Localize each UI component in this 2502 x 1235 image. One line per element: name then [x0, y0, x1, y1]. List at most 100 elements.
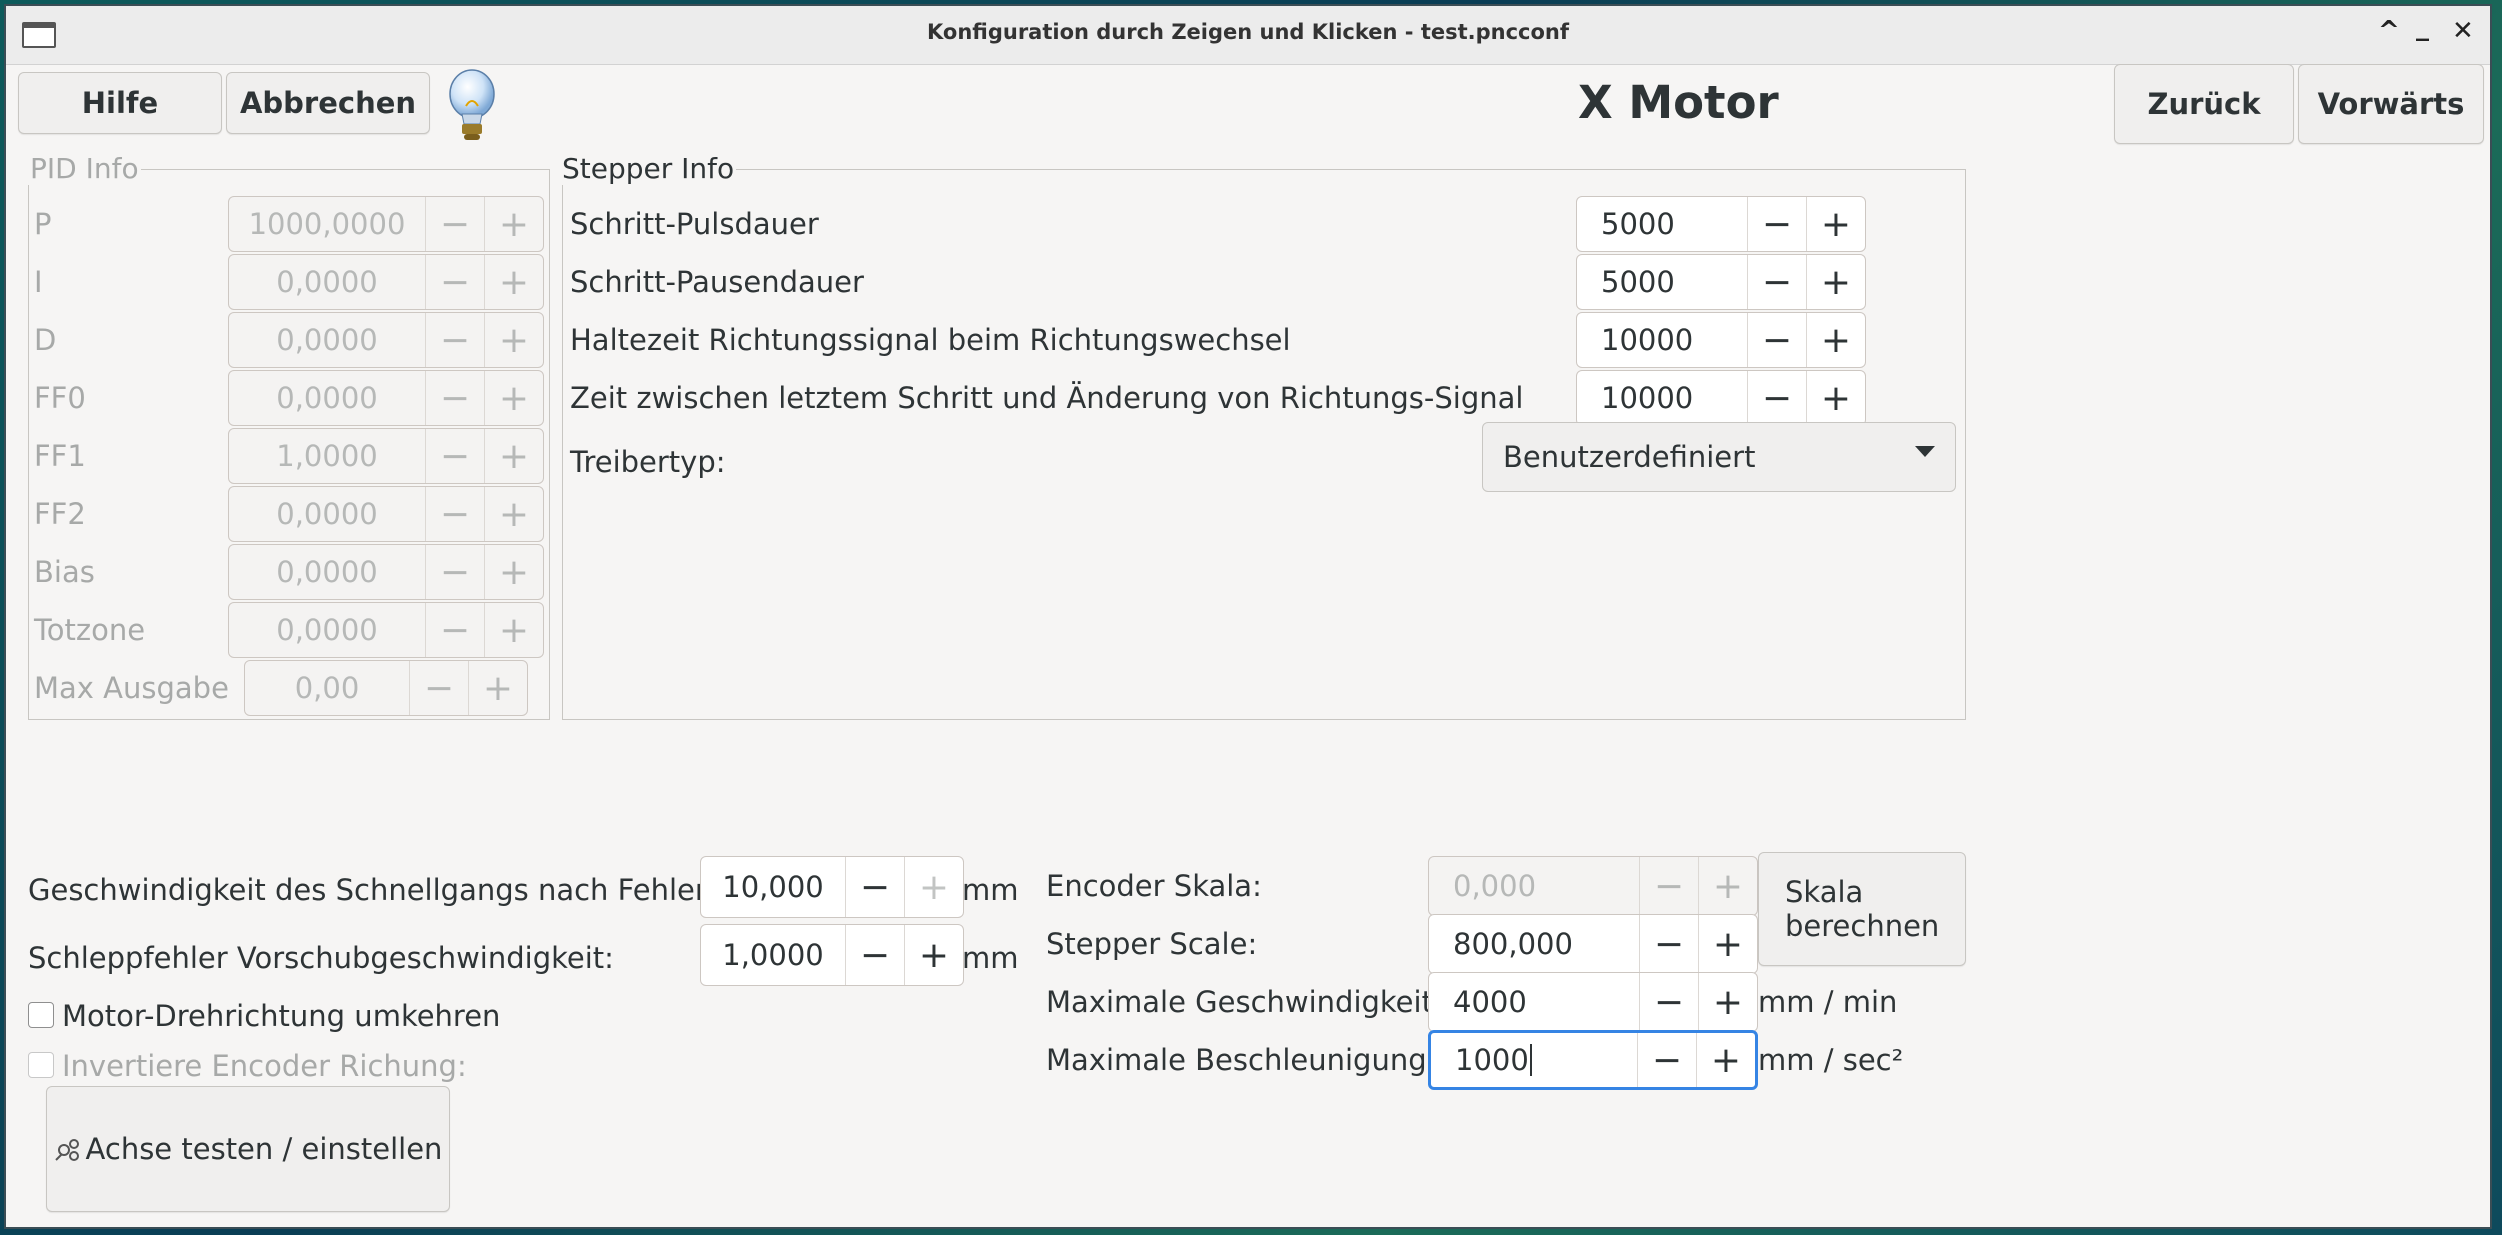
pid-d-spinner: 0,0000 − +	[228, 312, 544, 368]
increment-icon[interactable]: +	[1698, 915, 1757, 973]
cancel-button[interactable]: Abbrechen	[226, 72, 430, 134]
decrement-icon[interactable]: −	[1747, 313, 1806, 367]
dir-hold-label: Haltezeit Richtungssignal beim Richtungs…	[570, 323, 1291, 357]
increment-icon: +	[484, 197, 543, 251]
invert-encoder-checkbox	[28, 1052, 54, 1078]
test-axis-button[interactable]: Achse testen / einstellen	[46, 1086, 450, 1212]
decrement-icon: −	[425, 603, 484, 657]
step-space-spinner[interactable]: 5000 − +	[1576, 254, 1866, 310]
driver-type-label: Treibertyp:	[570, 445, 726, 479]
dir-hold-spinner[interactable]: 10000 − +	[1576, 312, 1866, 368]
decrement-icon[interactable]: −	[1639, 973, 1698, 1031]
increment-icon[interactable]: +	[1806, 255, 1865, 309]
decrement-icon: −	[425, 545, 484, 599]
step-time-spinner[interactable]: 5000 − +	[1576, 196, 1866, 252]
dir-setup-spinner[interactable]: 10000 − +	[1576, 370, 1866, 426]
decrement-icon: −	[425, 371, 484, 425]
encoder-scale-label: Encoder Skala:	[1046, 869, 1262, 903]
pid-info-title: PID Info	[28, 152, 141, 185]
decrement-icon[interactable]: −	[1747, 371, 1806, 425]
text-cursor	[1529, 1044, 1532, 1076]
pid-deadband-spinner: 0,0000 − +	[228, 602, 544, 658]
increment-icon[interactable]: +	[1806, 371, 1865, 425]
pid-ff2-spinner: 0,0000 − +	[228, 486, 544, 542]
pid-ff0-spinner: 0,0000 − +	[228, 370, 544, 426]
pid-i-label: I	[34, 265, 43, 299]
pid-i-spinner: 0,0000 − +	[228, 254, 544, 310]
forward-button[interactable]: Vorwärts	[2298, 64, 2484, 144]
decrement-icon[interactable]: −	[845, 857, 904, 917]
decrement-icon: −	[425, 313, 484, 367]
following-error-spinner[interactable]: 1,0000 − +	[700, 924, 964, 986]
max-velocity-label: Maximale Geschwindigkeit:	[1046, 985, 1443, 1019]
pid-p-spinner: 1000,0000 − +	[228, 196, 544, 252]
calculate-scale-button[interactable]: Skala berechnen	[1758, 852, 1966, 966]
stepper-info-title: Stepper Info	[560, 152, 737, 185]
lightbulb-icon[interactable]	[444, 66, 500, 146]
tune-icon	[54, 1134, 84, 1164]
reverse-motor-checkbox[interactable]	[28, 1002, 54, 1028]
increment-icon: +	[484, 603, 543, 657]
max-velocity-spinner[interactable]: 4000 − +	[1428, 972, 1758, 1032]
decrement-icon: −	[409, 661, 468, 715]
decrement-icon[interactable]: −	[1639, 915, 1698, 973]
step-space-label: Schritt-Pausendauer	[570, 265, 864, 299]
increment-icon: +	[484, 429, 543, 483]
pid-ff1-label: FF1	[34, 439, 86, 473]
driver-type-dropdown[interactable]: Benutzerdefiniert	[1482, 422, 1956, 492]
max-acceleration-spinner[interactable]: 1000 − +	[1428, 1030, 1758, 1090]
chevron-down-icon	[1915, 446, 1935, 457]
driver-type-value: Benutzerdefiniert	[1503, 440, 1756, 474]
calculate-scale-line1: Skala	[1785, 875, 1864, 909]
pid-ff0-label: FF0	[34, 381, 86, 415]
rapid-unit: mm	[962, 873, 1019, 907]
encoder-scale-spinner: 0,000 − +	[1428, 856, 1758, 916]
increment-icon: +	[468, 661, 527, 715]
max-acceleration-unit: mm / sec²	[1758, 1043, 1904, 1077]
increment-icon[interactable]: +	[904, 925, 963, 985]
dir-setup-label: Zeit zwischen letztem Schritt und Änderu…	[570, 381, 1524, 415]
close-icon[interactable]: ✕	[2452, 16, 2474, 46]
rapid-after-error-label: Geschwindigkeit des Schnellgangs nach Fe…	[28, 873, 717, 907]
decrement-icon[interactable]: −	[1747, 197, 1806, 251]
increment-icon[interactable]: +	[1806, 197, 1865, 251]
decrement-icon[interactable]: −	[1637, 1033, 1696, 1087]
pid-max-output-spinner: 0,00 − +	[244, 660, 528, 716]
increment-icon[interactable]: +	[1806, 313, 1865, 367]
increment-icon: +	[484, 487, 543, 541]
increment-icon: +	[484, 255, 543, 309]
decrement-icon[interactable]: −	[1747, 255, 1806, 309]
increment-icon[interactable]: +	[1696, 1033, 1755, 1087]
pid-max-output-label: Max Ausgabe	[34, 671, 229, 705]
pid-ff1-spinner: 1,0000 − +	[228, 428, 544, 484]
max-acceleration-value[interactable]: 1000	[1455, 1043, 1529, 1077]
rapid-after-error-spinner[interactable]: 10,000 − +	[700, 856, 964, 918]
back-button[interactable]: Zurück	[2114, 64, 2294, 144]
pid-deadband-label: Totzone	[34, 613, 146, 647]
decrement-icon: −	[425, 255, 484, 309]
max-acceleration-label: Maximale Beschleunigung:	[1046, 1043, 1437, 1077]
following-error-unit: mm	[962, 941, 1019, 975]
test-axis-label: Achse testen / einstellen	[85, 1132, 443, 1166]
decrement-icon[interactable]: −	[845, 925, 904, 985]
increment-icon: +	[484, 545, 543, 599]
maximize-icon[interactable]: ^	[2378, 16, 2400, 46]
pid-ff2-label: FF2	[34, 497, 86, 531]
window-title: Konfiguration durch Zeigen und Klicken -…	[926, 20, 1570, 44]
max-velocity-unit: mm / min	[1758, 985, 1898, 1019]
stepper-scale-spinner[interactable]: 800,000 − +	[1428, 914, 1758, 974]
increment-icon: +	[1698, 857, 1757, 915]
pid-bias-label: Bias	[34, 555, 95, 589]
decrement-icon: −	[425, 487, 484, 541]
increment-icon[interactable]: +	[1698, 973, 1757, 1031]
calculate-scale-line2: berechnen	[1785, 909, 1940, 943]
title-bar[interactable]: Konfiguration durch Zeigen und Klicken -…	[6, 6, 2490, 65]
stepper-scale-label: Stepper Scale:	[1046, 927, 1258, 961]
config-window: Konfiguration durch Zeigen und Klicken -…	[6, 6, 2490, 1227]
following-error-label: Schleppfehler Vorschubgeschwindigkeit:	[28, 941, 614, 975]
minimize-icon[interactable]: _	[2416, 12, 2429, 42]
decrement-icon: −	[425, 197, 484, 251]
help-button[interactable]: Hilfe	[18, 72, 222, 134]
pid-d-label: D	[34, 323, 57, 357]
pid-p-label: P	[34, 207, 52, 241]
